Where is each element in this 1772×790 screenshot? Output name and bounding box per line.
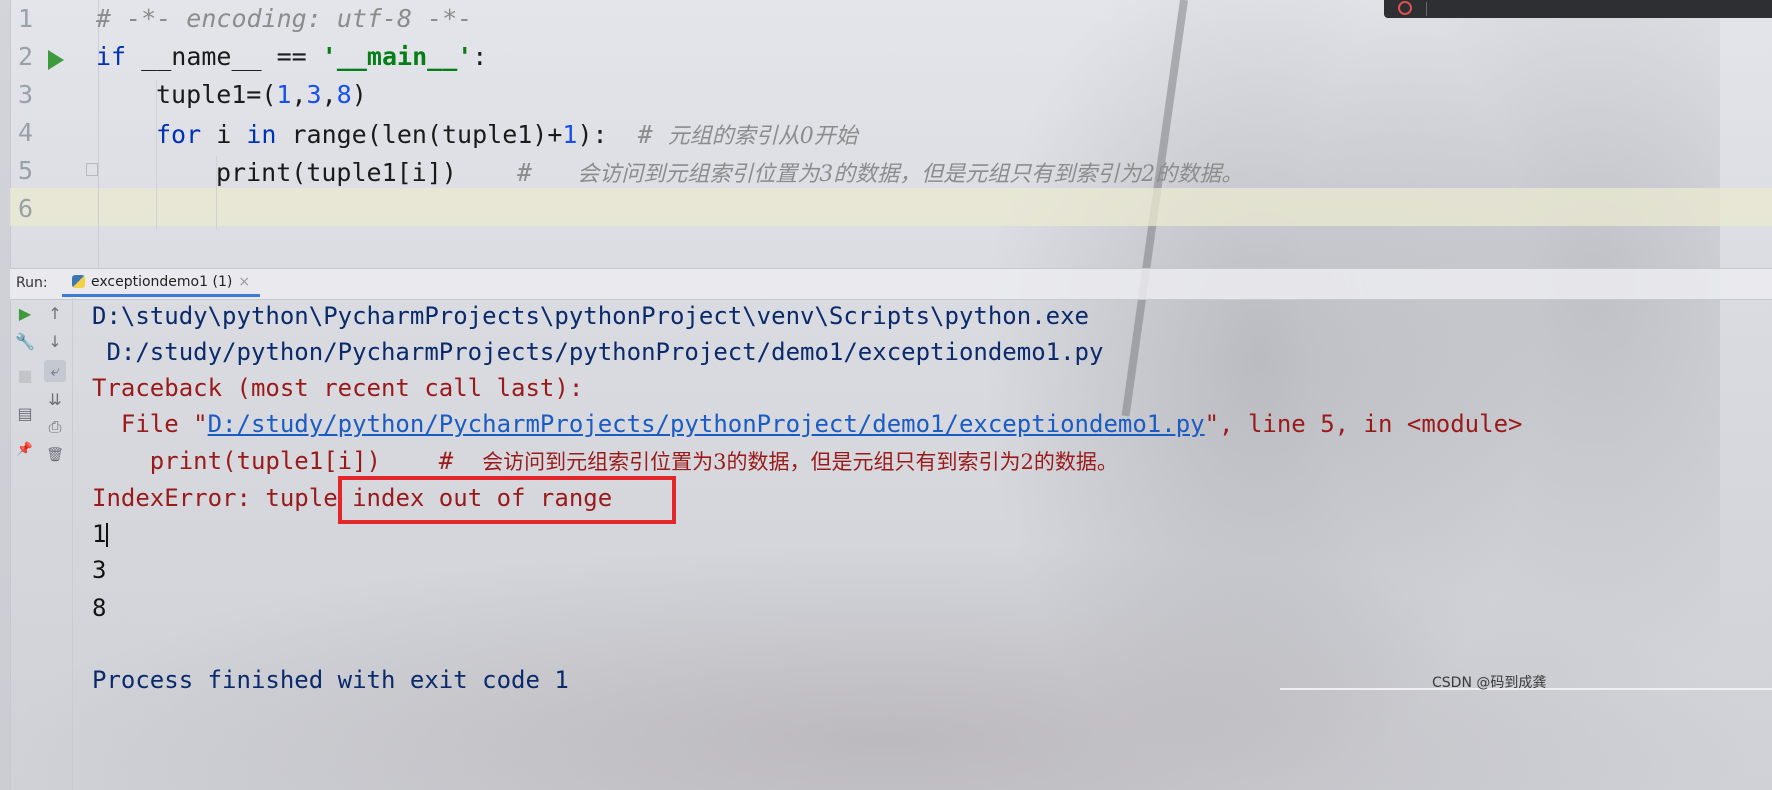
traceback-file-line: File "D:/study/python/PycharmProjects/py…	[92, 410, 1523, 438]
fold-marker-icon[interactable]	[86, 163, 98, 176]
comment: 会访问到元组索引位置为3的数据，但是元组只有到索引为2的数据。	[577, 162, 1244, 187]
number-literal: 1	[562, 120, 578, 149]
line-number: 4	[18, 118, 34, 147]
line-number: 3	[18, 80, 34, 109]
traceback-comment: 会访问到元组索引位置为3的数据，但是元组只有到索引为2的数据。	[482, 450, 1118, 474]
code-text: print(tuple1[i])	[216, 158, 518, 187]
traceback-header: Traceback (most recent call last):	[92, 374, 584, 402]
code-text: __name__ ==	[126, 42, 322, 71]
run-label: Run:	[16, 275, 48, 291]
arrow-up-icon[interactable]: ↑	[44, 302, 66, 324]
keyword: for	[156, 120, 202, 149]
number-literal: 8	[336, 80, 352, 109]
code-text: range(len(tuple1)+	[276, 120, 563, 149]
error-highlight-box	[338, 476, 676, 524]
current-line-highlight	[10, 188, 1772, 226]
trash-icon[interactable]: 🗑	[44, 444, 66, 466]
traceback-source-line: print(tuple1[i]) # 会访问到元组索引位置为3的数据，但是元组只…	[92, 446, 1118, 476]
pin-icon[interactable]: 📌	[14, 438, 36, 460]
console-command-line: D:\study\python\PycharmProjects\pythonPr…	[92, 302, 1089, 330]
comment: 元组的索引从0开始	[667, 124, 858, 149]
code-editor[interactable]: 1 2 3 4 5 6 # -*- encoding: utf-8 -*- if…	[10, 0, 1772, 268]
watermark: CSDN @码到成龚	[1432, 675, 1547, 691]
soft-wrap-icon[interactable]: ⤶	[44, 360, 66, 382]
output-line: 8	[92, 594, 107, 622]
close-icon[interactable]: ×	[238, 274, 250, 290]
line-number: 1	[18, 4, 34, 33]
comment: # -*- encoding: utf-8 -*-	[96, 4, 473, 33]
run-tool-window-header: Run: exceptiondemo1 (1) ×	[10, 268, 1772, 300]
code-text: )	[351, 80, 367, 109]
code-line-5[interactable]: print(tuple1[i]) # 会访问到元组索引位置为3的数据，但是元组只…	[216, 156, 1243, 188]
file-link[interactable]: D:/study/python/PycharmProjects/pythonPr…	[208, 410, 1205, 438]
output-value: 1	[92, 520, 107, 548]
stop-icon[interactable]: ■	[14, 364, 36, 386]
editor-gutter[interactable]: 1 2 3 4 5 6	[10, 0, 99, 268]
code-text: ,	[291, 80, 307, 109]
code-text: :	[472, 42, 488, 71]
line-number: 5	[18, 156, 34, 185]
code-line-1[interactable]: # -*- encoding: utf-8 -*-	[96, 4, 472, 33]
keyword: if	[96, 42, 127, 71]
wrench-icon[interactable]: 🔧	[14, 330, 36, 352]
string-literal: '__main__'	[321, 42, 473, 71]
code-line-2[interactable]: if __name__ == '__main__':	[96, 42, 487, 71]
output-line: 1	[92, 520, 109, 548]
python-file-icon	[72, 275, 85, 288]
run-gutter-icon[interactable]	[48, 50, 64, 70]
code-line-4[interactable]: for i in range(len(tuple1)+1): # 元组的索引从0…	[156, 118, 858, 150]
code-text: tuple1=(	[156, 80, 277, 109]
arrow-down-icon[interactable]: ↓	[44, 330, 66, 352]
run-toolbar: ▶ ↑ 🔧 ↓ ■ ⤶ ⇊ ▤ ⎙ 📌 🗑	[10, 298, 73, 790]
scroll-to-end-icon[interactable]: ⇊	[44, 388, 66, 410]
code-line-3[interactable]: tuple1=(1,3,8)	[156, 80, 367, 109]
code-text: i	[201, 120, 247, 149]
rerun-icon[interactable]: ▶	[14, 302, 36, 324]
process-finished-line: Process finished with exit code 1	[92, 666, 569, 694]
tab-label: exceptiondemo1 (1)	[91, 273, 233, 290]
number-literal: 3	[306, 80, 322, 109]
output-line: 3	[92, 556, 107, 584]
number-literal: 1	[276, 80, 292, 109]
print-icon[interactable]: ⎙	[44, 416, 66, 438]
console-command-line: D:/study/python/PycharmProjects/pythonPr…	[92, 338, 1104, 366]
code-text: ,	[321, 80, 337, 109]
keyword: in	[246, 120, 277, 149]
comment: #	[517, 158, 578, 187]
text-caret	[106, 523, 109, 547]
line-number: 2	[18, 42, 34, 71]
comment: #	[637, 120, 668, 149]
line-number: 6	[18, 194, 34, 223]
traceback-text: print(tuple1[i]) #	[92, 447, 483, 475]
console-output[interactable]: D:\study\python\PycharmProjects\pythonPr…	[92, 298, 1522, 694]
tab-exceptiondemo1[interactable]: exceptiondemo1 (1) ×	[62, 269, 261, 297]
traceback-text: ", line 5, in <module>	[1204, 410, 1523, 438]
traceback-text: File "	[92, 410, 208, 438]
layout-icon[interactable]: ▤	[14, 402, 36, 424]
error-type: IndexError: tuple	[92, 484, 353, 512]
code-text: ):	[577, 120, 638, 149]
